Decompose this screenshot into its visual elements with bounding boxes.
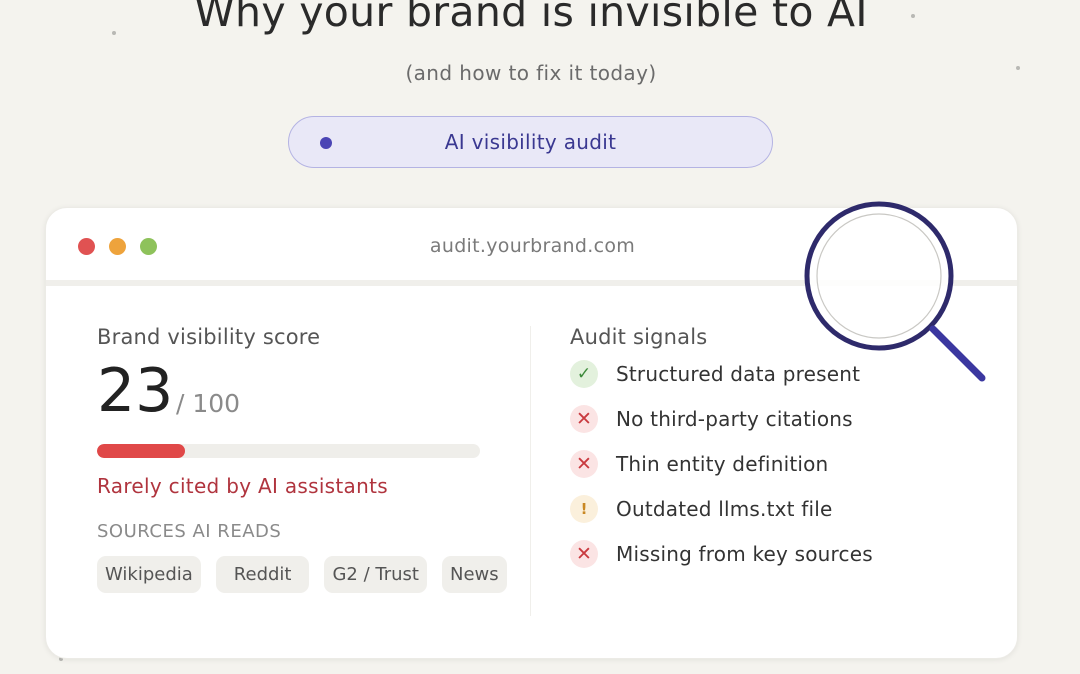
page-subtitle: (and how to fix it today) — [405, 61, 657, 85]
source-tag-g2-trust[interactable]: G2 / Trust — [324, 556, 427, 593]
source-tag-wikipedia[interactable]: Wikipedia — [97, 556, 201, 593]
exclamation-icon: ! — [570, 495, 598, 523]
source-tag-reddit[interactable]: Reddit — [215, 556, 310, 593]
score-status: Rarely cited by AI assistants — [97, 474, 388, 498]
signal-item: ✕ Missing from key sources — [570, 539, 873, 569]
page-title: Why your brand is invisible to AI — [194, 0, 868, 36]
x-icon: ✕ — [570, 450, 598, 478]
x-icon: ✕ — [570, 405, 598, 433]
score-progress-bar — [97, 444, 480, 458]
signal-text: Missing from key sources — [616, 542, 873, 566]
audit-badge: AI visibility audit — [288, 116, 773, 168]
source-tags: Wikipedia Reddit G2 / Trust News — [97, 556, 507, 593]
score-row: 23 / 100 — [97, 359, 517, 427]
signal-item: ! Outdated llms.txt file — [570, 494, 833, 524]
panel-divider — [530, 326, 531, 616]
check-icon: ✓ — [570, 360, 598, 388]
signal-text: Thin entity definition — [616, 452, 829, 476]
score-panel: Brand visibility score 23 / 100 — [97, 325, 517, 427]
signal-text: Outdated llms.txt file — [616, 497, 833, 521]
badge-label: AI visibility audit — [444, 130, 617, 154]
score-max: / 100 — [176, 389, 241, 418]
badge-dot-icon — [320, 137, 332, 149]
score-label: Brand visibility score — [97, 325, 321, 349]
score-progress-fill — [97, 444, 186, 458]
magnifier-icon — [804, 201, 986, 382]
score-value: 23 — [97, 356, 174, 426]
source-tag-news[interactable]: News — [442, 556, 507, 593]
signal-item: ✕ Thin entity definition — [570, 449, 828, 479]
x-icon: ✕ — [570, 540, 598, 568]
signal-text: No third-party citations — [616, 407, 853, 431]
sources-label: SOURCES AI READS — [97, 521, 282, 542]
signal-item: ✕ No third-party citations — [570, 404, 853, 434]
